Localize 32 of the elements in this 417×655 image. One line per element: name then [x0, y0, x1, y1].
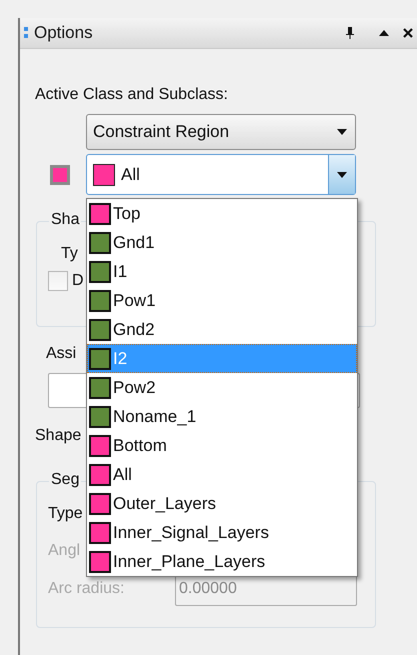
pin-icon[interactable]: [345, 26, 355, 40]
caret-icon[interactable]: [337, 129, 347, 135]
assign-label: Assi: [46, 345, 76, 363]
checkbox[interactable]: [48, 271, 68, 291]
color-swatch[interactable]: [50, 164, 70, 184]
layer-list-item[interactable]: Noname_1: [87, 402, 357, 431]
grip-icon: [24, 27, 28, 39]
type-label: Ty: [61, 245, 78, 263]
type-label: Type: [48, 505, 83, 523]
caret-icon[interactable]: [337, 172, 347, 178]
layer-list-item[interactable]: Pow1: [87, 286, 357, 315]
layer-list-item[interactable]: Bottom: [87, 431, 357, 460]
layer-list-item[interactable]: Pow2: [87, 373, 357, 402]
layer-list-item[interactable]: Outer_Layers: [87, 489, 357, 518]
layer-list-item[interactable]: All: [87, 460, 357, 489]
layer-list-item[interactable]: Gnd2: [87, 315, 357, 344]
layer-list-item[interactable]: Gnd1: [87, 228, 357, 257]
group-legend: Seg: [49, 471, 82, 489]
angle-label: Angl: [48, 542, 80, 560]
active-class-label: Active Class and Subclass:: [35, 86, 228, 104]
layer-list-item[interactable]: I1: [87, 257, 357, 286]
panel-title: Options: [34, 23, 94, 43]
collapse-icon[interactable]: [379, 30, 389, 36]
layer-list-item[interactable]: Top: [87, 199, 357, 228]
layer-list-item[interactable]: Inner_Plane_Layers: [87, 547, 357, 576]
subclass-dropdown[interactable]: All: [86, 154, 356, 195]
close-icon[interactable]: [403, 28, 413, 38]
arc-radius-label: Arc radius:: [48, 580, 126, 598]
class-dropdown[interactable]: Constraint Region: [86, 114, 356, 150]
shape-label: Shape: [35, 427, 82, 445]
layer-list-item[interactable]: Inner_Signal_Layers: [87, 518, 357, 547]
checkbox-label: D: [72, 272, 84, 290]
